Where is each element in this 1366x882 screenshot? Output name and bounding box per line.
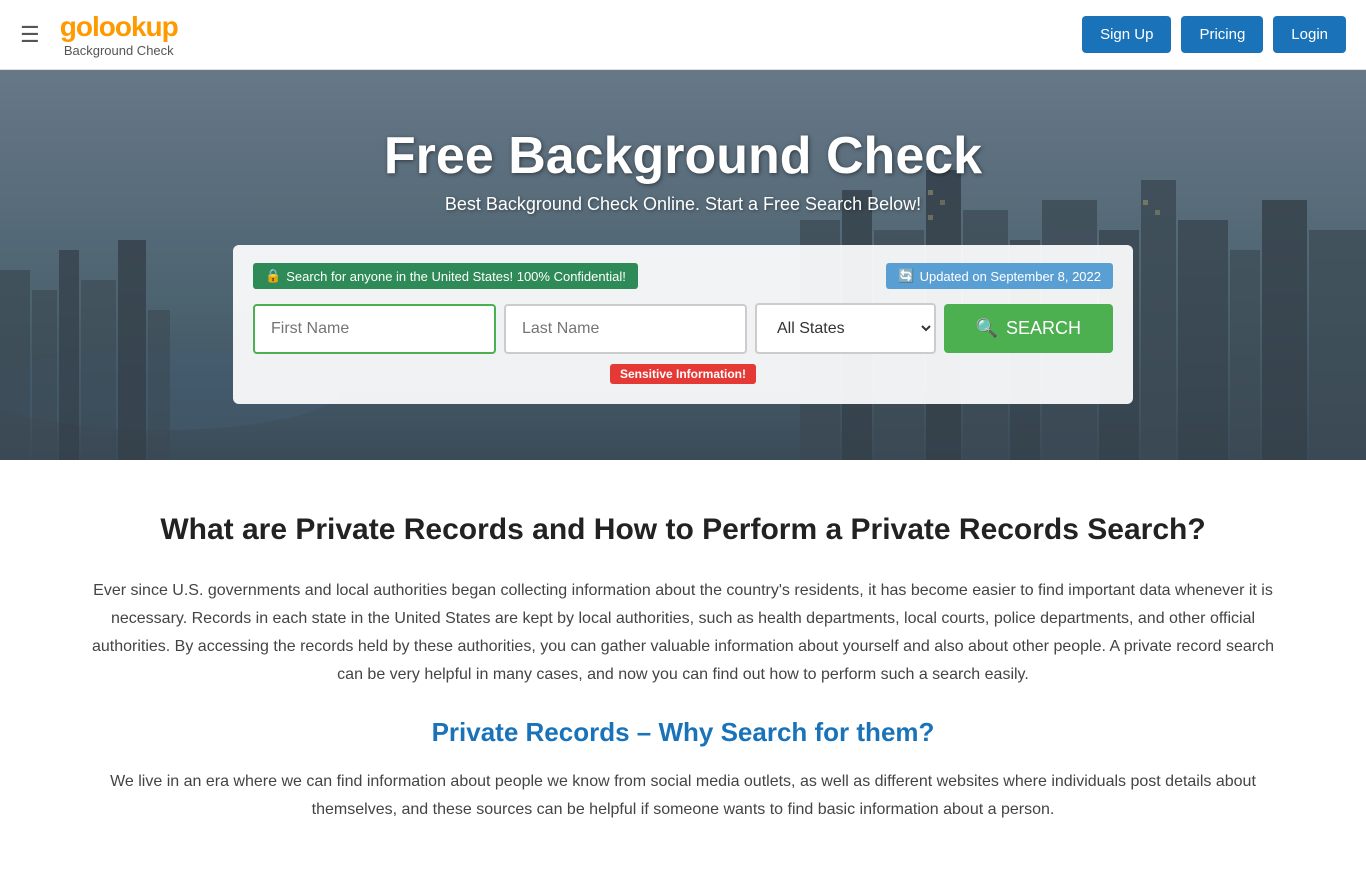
- content-subheading-highlight: Private Records: [432, 717, 630, 747]
- content-section: What are Private Records and How to Perf…: [0, 460, 1366, 882]
- state-select[interactable]: All States Alabama Alaska Arizona Arkans…: [755, 303, 936, 354]
- search-button[interactable]: 🔍 SEARCH: [944, 304, 1113, 353]
- content-paragraph1: Ever since U.S. governments and local au…: [80, 577, 1286, 689]
- search-notices: 🔒 Search for anyone in the United States…: [253, 263, 1113, 289]
- search-fields: All States Alabama Alaska Arizona Arkans…: [253, 303, 1113, 354]
- header: ☰ golookup Background Check Sign Up Pric…: [0, 0, 1366, 70]
- lock-icon: 🔒: [265, 268, 281, 284]
- logo-highlight: loo: [92, 11, 131, 42]
- content-subheading-rest: – Why Search for them?: [630, 717, 935, 747]
- hero-content: Free Background Check Best Background Ch…: [0, 126, 1366, 404]
- hero-subtitle: Best Background Check Online. Start a Fr…: [0, 194, 1366, 215]
- confidential-notice: 🔒 Search for anyone in the United States…: [253, 263, 638, 289]
- search-button-label: SEARCH: [1006, 318, 1081, 339]
- logo-suffix: kup: [131, 11, 178, 42]
- content-heading: What are Private Records and How to Perf…: [80, 510, 1286, 549]
- header-left: ☰ golookup Background Check: [20, 11, 178, 58]
- logo-text: golookup: [60, 11, 178, 43]
- first-name-input[interactable]: [253, 304, 496, 354]
- content-subheading: Private Records – Why Search for them?: [80, 717, 1286, 748]
- login-button[interactable]: Login: [1273, 16, 1346, 53]
- hero-title: Free Background Check: [0, 126, 1366, 186]
- header-buttons: Sign Up Pricing Login: [1082, 16, 1346, 53]
- refresh-icon: 🔄: [898, 268, 914, 284]
- pricing-button[interactable]: Pricing: [1181, 16, 1263, 53]
- sensitive-badge: Sensitive Information!: [610, 364, 756, 384]
- confidential-notice-text: Search for anyone in the United States! …: [286, 269, 626, 284]
- menu-icon[interactable]: ☰: [20, 22, 40, 48]
- hero-section: Free Background Check Best Background Ch…: [0, 70, 1366, 460]
- search-container: 🔒 Search for anyone in the United States…: [233, 245, 1133, 404]
- search-icon: 🔍: [976, 318, 998, 339]
- signup-button[interactable]: Sign Up: [1082, 16, 1171, 53]
- updated-notice-text: Updated on September 8, 2022: [920, 269, 1101, 284]
- logo[interactable]: golookup Background Check: [60, 11, 178, 58]
- content-paragraph2: We live in an era where we can find info…: [80, 768, 1286, 824]
- logo-subtitle: Background Check: [60, 43, 178, 58]
- last-name-input[interactable]: [504, 304, 747, 354]
- updated-notice: 🔄 Updated on September 8, 2022: [886, 263, 1113, 289]
- logo-prefix: go: [60, 11, 92, 42]
